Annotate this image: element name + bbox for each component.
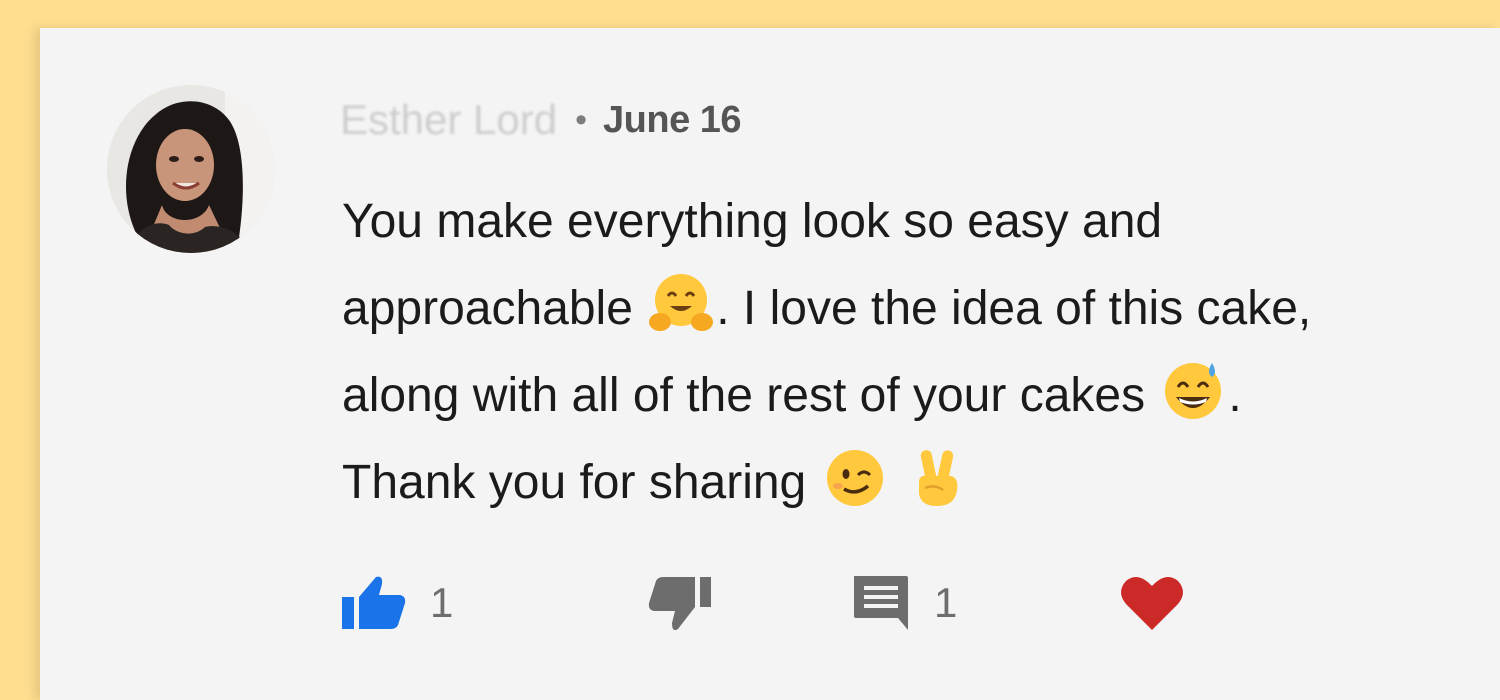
like-count: 1 bbox=[430, 579, 454, 626]
comment-line: Thank you for sharing bbox=[342, 439, 1500, 526]
comment-icon[interactable] bbox=[852, 574, 910, 632]
author-name[interactable]: Esther Lord bbox=[340, 96, 557, 144]
victory-hand-emoji-icon bbox=[918, 450, 958, 506]
avatar-photo bbox=[107, 85, 275, 253]
dislike-action[interactable] bbox=[648, 568, 712, 638]
comment-text-segment: along with all of the rest of your cakes bbox=[342, 369, 1159, 422]
winking-face-emoji-icon bbox=[826, 450, 883, 506]
heart-icon[interactable] bbox=[1120, 574, 1184, 632]
reply-count: 1 bbox=[934, 579, 958, 626]
comment-date: June 16 bbox=[603, 98, 742, 141]
comment-text-segment: . bbox=[1228, 369, 1242, 422]
avatar[interactable] bbox=[107, 85, 275, 253]
hugging-face-emoji-icon bbox=[649, 274, 714, 331]
like-action[interactable]: 1 bbox=[342, 568, 453, 638]
comment-card: Esther Lord • June 16 You make everythin… bbox=[40, 28, 1500, 700]
comment-line: along with all of the rest of your cakes… bbox=[342, 352, 1500, 439]
comment-text: You make everything look so easy and app… bbox=[342, 178, 1500, 526]
reply-action[interactable]: 1 bbox=[852, 568, 957, 638]
comment-text-segment: You make everything look so easy and bbox=[342, 195, 1163, 248]
heart-action[interactable] bbox=[1120, 568, 1184, 638]
comment-text-segment bbox=[890, 456, 903, 509]
comment-line: approachable . I love the idea of this c… bbox=[342, 265, 1500, 352]
comment-text-segment: Thank you for sharing bbox=[342, 456, 820, 509]
thumbs-down-icon[interactable] bbox=[648, 573, 712, 633]
comment-header: Esther Lord • June 16 bbox=[340, 92, 742, 148]
comment-text-segment: . I love the idea of this cake, bbox=[716, 282, 1312, 335]
grinning-sweat-emoji-icon bbox=[1165, 363, 1222, 419]
thumbs-up-icon[interactable] bbox=[342, 575, 406, 631]
separator-dot: • bbox=[575, 100, 588, 139]
comment-text-segment: approachable bbox=[342, 282, 647, 335]
comment-line: You make everything look so easy and bbox=[342, 178, 1500, 265]
